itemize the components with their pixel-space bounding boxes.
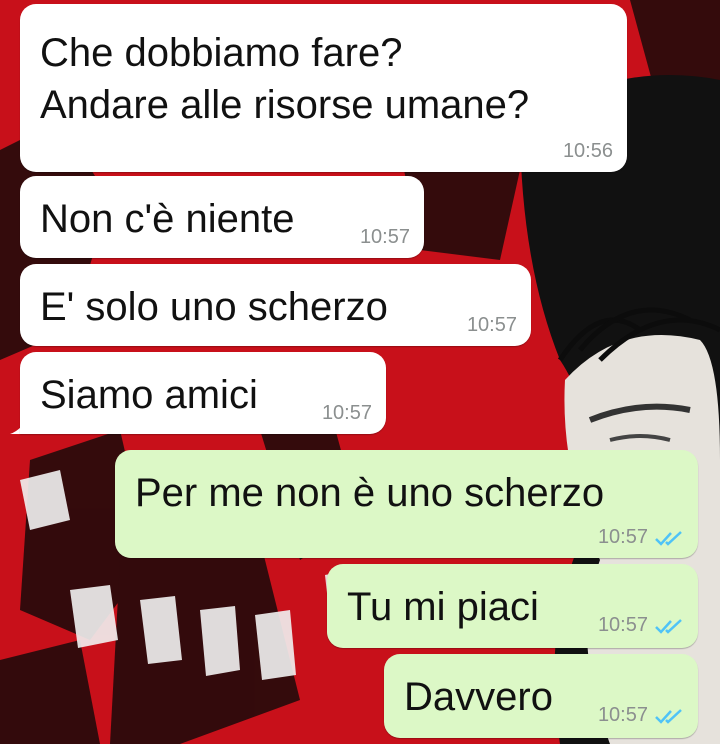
message-timestamp: 10:57 xyxy=(321,402,372,424)
incoming-message[interactable]: Non c'è niente 10:57 xyxy=(20,176,424,258)
message-text: E' solo uno scherzo xyxy=(40,285,388,329)
incoming-message[interactable]: Siamo amici 10:57 xyxy=(20,352,386,434)
message-timestamp: 10:56 xyxy=(562,140,613,162)
message-timestamp: 10:57 xyxy=(359,226,410,248)
double-check-icon xyxy=(655,531,682,546)
message-text: Per me non è uno scherzo xyxy=(135,471,605,515)
message-text-line: Andare alle risorse umane? xyxy=(40,83,530,127)
outgoing-message[interactable]: Tu mi piaci 10:57 xyxy=(327,564,698,648)
message-text: Non c'è niente xyxy=(40,197,295,241)
message-text: Tu mi piaci xyxy=(347,585,539,629)
incoming-message[interactable]: Che dobbiamo fare? Andare alle risorse u… xyxy=(20,4,627,172)
message-text: Siamo amici xyxy=(40,373,258,417)
message-timestamp: 10:57 xyxy=(597,614,648,636)
outgoing-message[interactable]: Per me non è uno scherzo 10:57 xyxy=(115,450,698,558)
outgoing-message[interactable]: Davvero 10:57 xyxy=(384,654,698,738)
message-timestamp: 10:57 xyxy=(597,704,648,726)
message-text-line: Che dobbiamo fare? xyxy=(40,31,403,75)
double-check-icon xyxy=(655,619,682,634)
message-timestamp: 10:57 xyxy=(597,526,648,548)
double-check-icon xyxy=(655,709,682,724)
message-text: Davvero xyxy=(404,675,553,719)
message-timestamp: 10:57 xyxy=(466,314,517,336)
incoming-message[interactable]: E' solo uno scherzo 10:57 xyxy=(20,264,531,346)
